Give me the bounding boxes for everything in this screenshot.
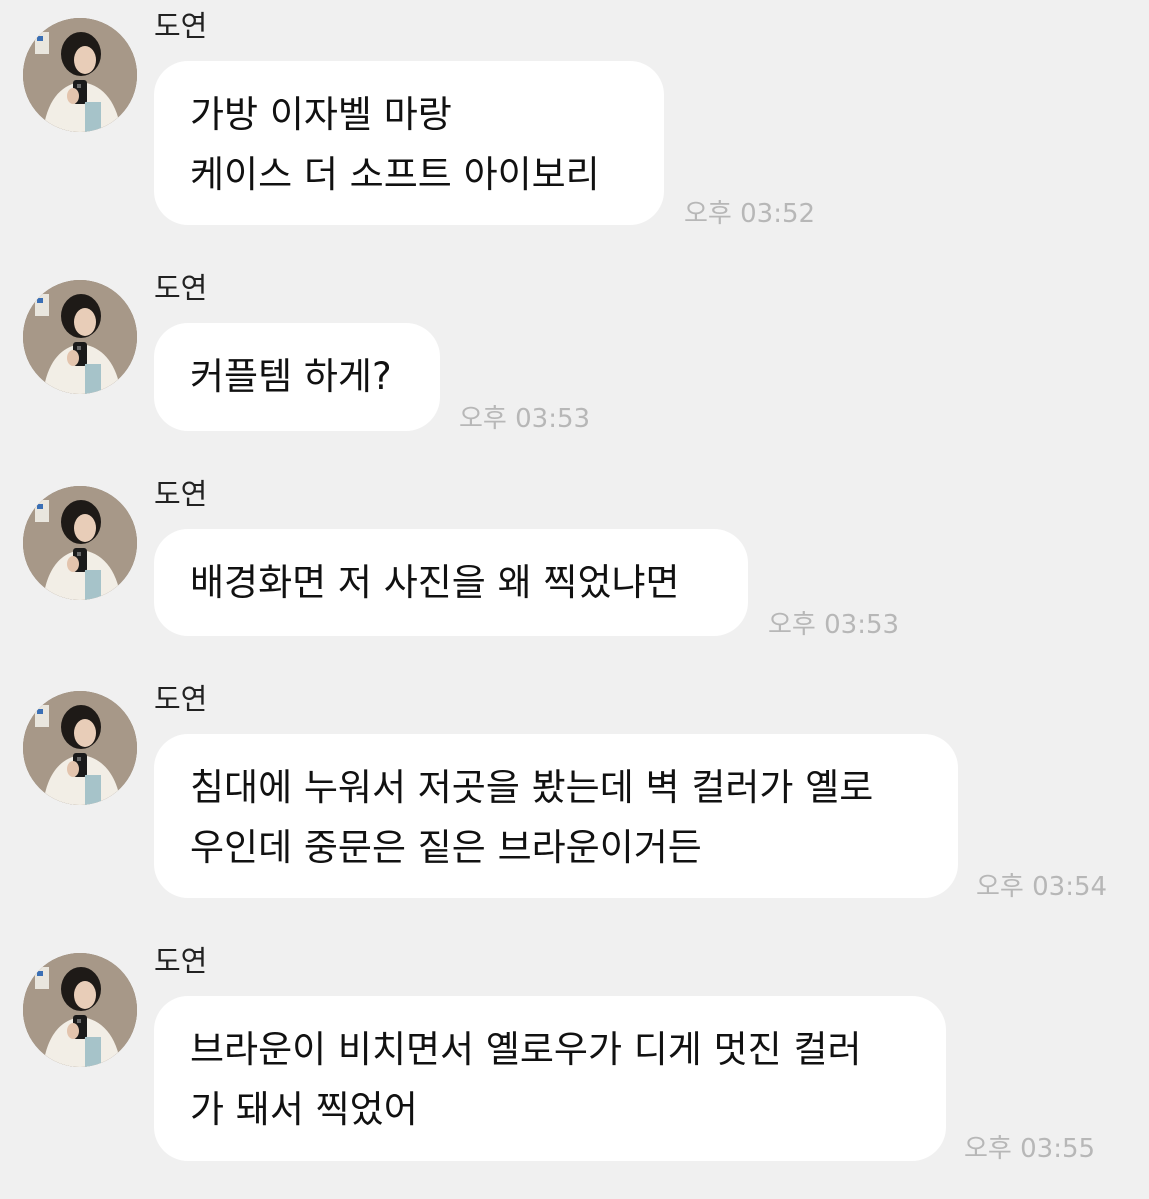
message-timestamp: 오후 03:52: [684, 199, 816, 229]
message-bubble[interactable]: 브라운이 비치면서 옐로우가 디게 멋진 컬러 가 돼서 찍었어: [154, 996, 946, 1161]
message-bubble[interactable]: 가방 이자벨 마랑 케이스 더 소프트 아이보리: [154, 61, 664, 225]
sender-name: 도연: [154, 271, 208, 305]
avatar[interactable]: [23, 486, 137, 600]
avatar[interactable]: [23, 280, 137, 394]
sender-name: 도연: [154, 682, 208, 716]
avatar[interactable]: [23, 691, 137, 805]
message-bubble[interactable]: 배경화면 저 사진을 왜 찍었냐면: [154, 529, 748, 636]
avatar[interactable]: [23, 953, 137, 1067]
message-bubble[interactable]: 침대에 누워서 저곳을 봤는데 벽 컬러가 옐로 우인데 중문은 짙은 브라운이…: [154, 734, 958, 898]
sender-name: 도연: [154, 944, 208, 978]
message-bubble[interactable]: 커플템 하게?: [154, 323, 440, 431]
message-timestamp: 오후 03:53: [768, 610, 900, 640]
sender-name: 도연: [154, 9, 208, 43]
message-timestamp: 오후 03:55: [964, 1134, 1096, 1164]
message-timestamp: 오후 03:53: [459, 404, 591, 434]
avatar[interactable]: [23, 18, 137, 132]
message-timestamp: 오후 03:54: [976, 872, 1108, 902]
sender-name: 도연: [154, 477, 208, 511]
